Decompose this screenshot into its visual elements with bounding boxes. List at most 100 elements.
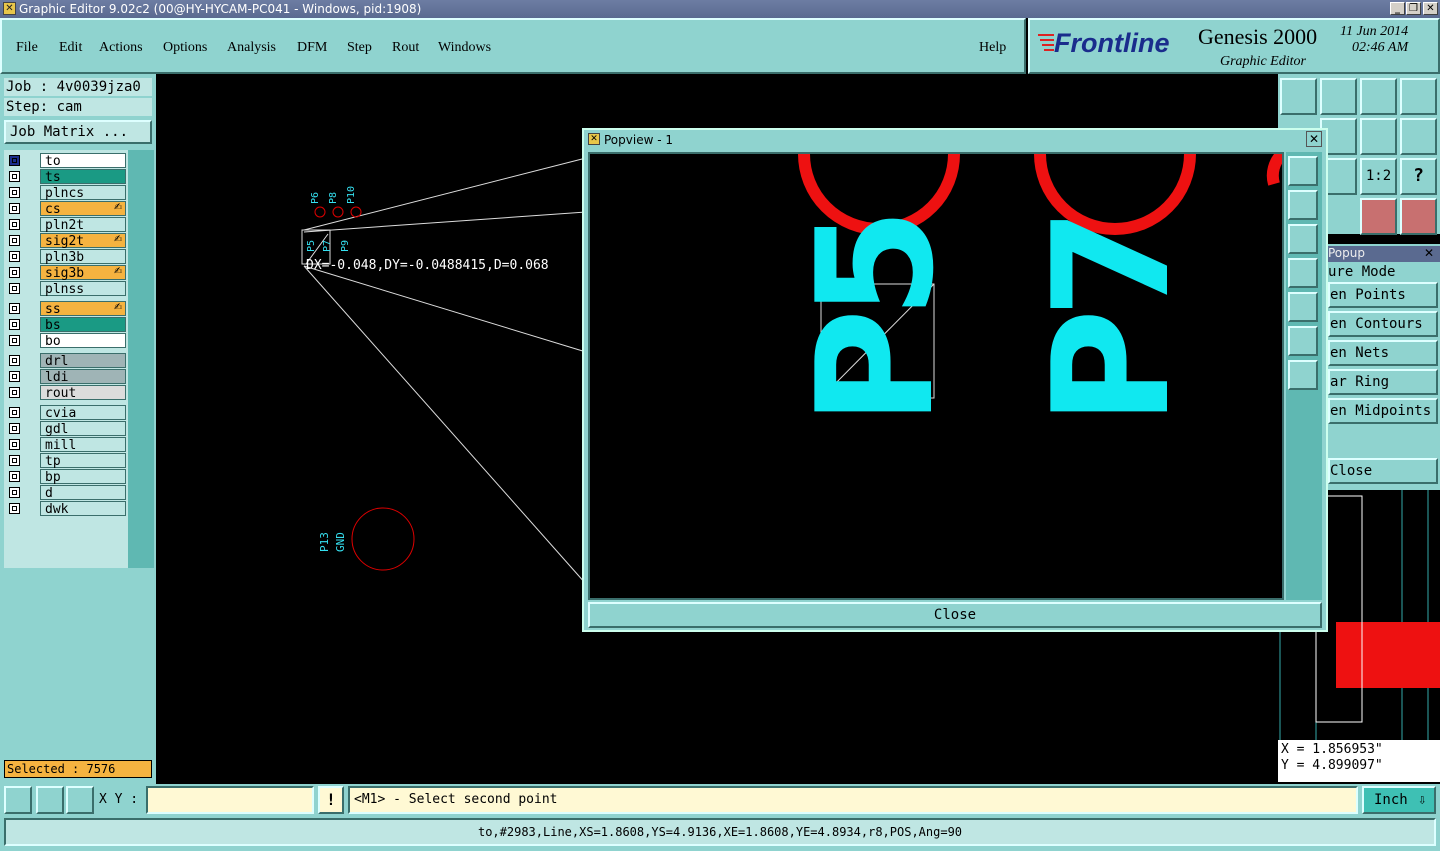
layer-checkbox[interactable] <box>9 407 20 418</box>
popview-close-button[interactable]: Close <box>588 602 1322 628</box>
layer-row[interactable]: ldi <box>4 369 128 385</box>
popview-zoom-icon[interactable] <box>1288 156 1318 186</box>
layer-row[interactable]: cvia <box>4 405 128 421</box>
layer-checkbox[interactable] <box>9 203 20 214</box>
menu-options[interactable]: Options <box>163 40 207 56</box>
popview-up-icon[interactable] <box>1288 190 1318 220</box>
job-matrix-button[interactable]: Job Matrix ... <box>4 120 152 144</box>
layer-name[interactable]: ldi <box>40 369 126 385</box>
layer-row[interactable]: plncs <box>4 185 128 201</box>
tool-window-icon[interactable] <box>1400 78 1437 115</box>
layer-row[interactable]: bs <box>4 317 128 333</box>
layer-name[interactable]: plncs <box>40 185 126 201</box>
layer-name[interactable]: tp <box>40 453 126 469</box>
menu-dfm[interactable]: DFM <box>297 40 327 56</box>
menu-edit[interactable]: Edit <box>59 40 82 56</box>
layer-checkbox[interactable] <box>9 251 20 262</box>
popup-item-midpoints[interactable]: en Midpoints <box>1328 398 1438 424</box>
popup-item-points[interactable]: en Points <box>1328 282 1438 308</box>
layer-name[interactable]: dwk <box>40 501 126 517</box>
popup-item-contours[interactable]: en Contours <box>1328 311 1438 337</box>
layer-name[interactable]: bp <box>40 469 126 485</box>
layer-row[interactable]: ts <box>4 169 128 185</box>
layer-row[interactable]: bp <box>4 469 128 485</box>
tool-zoom-home-icon[interactable] <box>1280 78 1317 115</box>
popup-item-nets[interactable]: en Nets <box>1328 340 1438 366</box>
alert-button[interactable]: ! <box>318 786 344 814</box>
layer-checkbox[interactable] <box>9 487 20 498</box>
popup-item-ring[interactable]: ar Ring <box>1328 369 1438 395</box>
tool-home-icon[interactable] <box>1360 78 1397 115</box>
layer-name[interactable]: bo <box>40 333 126 349</box>
layer-checkbox[interactable] <box>9 283 20 294</box>
layer-checkbox[interactable] <box>9 267 20 278</box>
layer-row[interactable]: tp <box>4 453 128 469</box>
popup-close-icon[interactable]: ✕ <box>1424 246 1434 260</box>
popup-item-mode[interactable]: ure Mode <box>1328 262 1438 282</box>
layer-checkbox[interactable] <box>9 439 20 450</box>
layer-row[interactable]: dwk <box>4 501 128 517</box>
layer-checkbox[interactable] <box>9 219 20 230</box>
layer-row[interactable]: drl <box>4 353 128 369</box>
popview-down-icon[interactable] <box>1288 224 1318 254</box>
layer-name[interactable]: plnss <box>40 281 126 297</box>
layer-checkbox[interactable] <box>9 235 20 246</box>
layer-row[interactable]: mill <box>4 437 128 453</box>
close-window-icon[interactable]: ✕ <box>1423 2 1438 15</box>
layer-checkbox[interactable] <box>9 335 20 346</box>
menu-help[interactable]: Help <box>979 40 1006 56</box>
popview-left-icon[interactable] <box>1288 258 1318 288</box>
layer-row[interactable]: bo <box>4 333 128 349</box>
popview-fit-icon[interactable] <box>1288 326 1318 356</box>
layer-checkbox[interactable] <box>9 303 20 314</box>
layer-checkbox[interactable] <box>9 371 20 382</box>
popup-close-button[interactable]: Close <box>1328 458 1438 484</box>
popview-right-icon[interactable] <box>1288 292 1318 322</box>
menu-step[interactable]: Step <box>347 40 372 56</box>
layer-checkbox[interactable] <box>9 387 20 398</box>
layer-row[interactable]: sig2t ✍ <box>4 233 128 249</box>
menu-file[interactable]: File <box>16 40 38 56</box>
layer-checkbox[interactable] <box>9 423 20 434</box>
popview-close-icon[interactable]: ✕ <box>1306 131 1322 147</box>
layer-row[interactable]: pln2t <box>4 217 128 233</box>
layer-row[interactable]: ss ✍ <box>4 301 128 317</box>
layer-name[interactable]: cvia <box>40 405 126 421</box>
layer-scroll-area[interactable] <box>126 150 154 568</box>
layer-name[interactable]: d <box>40 485 126 501</box>
layer-name[interactable]: pln3b <box>40 249 126 265</box>
layer-row[interactable]: to <box>4 153 128 169</box>
layer-checkbox[interactable] <box>9 187 20 198</box>
layer-name[interactable]: to <box>40 153 126 169</box>
layer-name[interactable]: drl <box>40 353 126 369</box>
tool-undo-icon[interactable] <box>1360 118 1397 155</box>
layer-row[interactable]: rout <box>4 385 128 401</box>
tool-redo-icon[interactable] <box>1400 118 1437 155</box>
tool-net2-icon[interactable] <box>1400 198 1437 235</box>
layer-row[interactable]: sig3b ✍ <box>4 265 128 281</box>
menu-rout[interactable]: Rout <box>392 40 419 56</box>
layer-row[interactable]: plnss <box>4 281 128 297</box>
popview-canvas[interactable]: P5 P7 <box>588 152 1284 600</box>
grid-tool-icon[interactable] <box>66 786 94 814</box>
xy-input[interactable] <box>146 786 314 814</box>
measure-tool-icon[interactable] <box>4 786 32 814</box>
unit-selector[interactable]: Inch ⇩ <box>1362 786 1436 814</box>
layer-name[interactable]: mill <box>40 437 126 453</box>
layer-name[interactable]: rout <box>40 385 126 401</box>
layer-checkbox[interactable] <box>9 155 20 166</box>
tool-scale-icon[interactable]: 1:2 <box>1360 158 1397 195</box>
layer-checkbox[interactable] <box>9 319 20 330</box>
layer-name[interactable]: bs <box>40 317 126 333</box>
tool-pan-icon[interactable] <box>1320 78 1357 115</box>
menu-actions[interactable]: Actions <box>99 40 143 56</box>
layer-checkbox[interactable] <box>9 455 20 466</box>
layer-checkbox[interactable] <box>9 471 20 482</box>
layer-row[interactable]: gdl <box>4 421 128 437</box>
layer-checkbox[interactable] <box>9 503 20 514</box>
layer-checkbox[interactable] <box>9 171 20 182</box>
restore-icon[interactable]: ❐ <box>1406 2 1421 15</box>
menu-windows[interactable]: Windows <box>438 40 491 56</box>
tool-help-icon[interactable]: ? <box>1400 158 1437 195</box>
layer-row[interactable]: cs ✍ <box>4 201 128 217</box>
